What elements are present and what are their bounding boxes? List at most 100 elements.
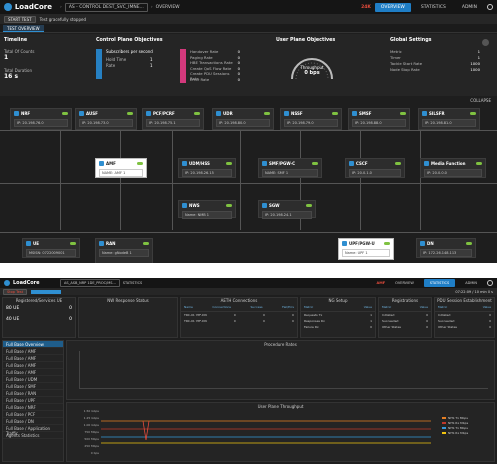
sidebar-item[interactable]: Full Base / UDM — [3, 376, 63, 383]
tab-statistics-2[interactable]: STATISTICS — [423, 279, 456, 287]
sidebar-item[interactable]: Agents Statistics — [3, 432, 63, 439]
nf-node-silsfr[interactable]: SILSFR IP: 20.198.81.0 — [418, 108, 480, 130]
column-header: Metric — [304, 305, 314, 309]
gear-icon[interactable] — [487, 280, 493, 286]
table-row: Failure Rx 0 — [301, 324, 375, 330]
node-name: RAN — [106, 241, 116, 246]
tab-test-overview[interactable]: TEST OVERVIEW — [3, 25, 44, 32]
sidebar-item[interactable]: Full Base / UPF — [3, 397, 63, 404]
stat-card: AETH Connections Name Connections Success Fa… — [180, 297, 298, 338]
legend-swatch — [442, 416, 446, 419]
node-cscf[interactable]: CSCF IP: 20.0.1.0 — [345, 158, 405, 178]
breadcrumb-page[interactable]: OVERVIEW — [156, 5, 180, 10]
node-ue[interactable]: UE MSISN: 0722009001 — [22, 238, 80, 258]
stop-test-button[interactable]: Stop Test — [3, 288, 27, 295]
legend-swatch — [442, 431, 446, 434]
sidebar-item[interactable]: Full Base / DN — [3, 418, 63, 425]
status-cloud-icon — [384, 242, 390, 245]
app-logo-2[interactable]: LoadCore — [4, 280, 52, 286]
collapse-button[interactable]: COLLAPSE — [470, 98, 491, 103]
chart1-title: Procedure Rates — [264, 342, 297, 347]
node-dn[interactable]: DN IP: 172.26.148.113 — [416, 238, 476, 258]
connector-line — [420, 130, 421, 230]
chart2-legend: NHS Tx Mbps NHS Rx Mbps NHS Tx Mbps NHS Rx … — [442, 415, 490, 435]
connector-line — [0, 232, 497, 233]
node-amf[interactable]: AMF NAME: AMF 1 — [95, 158, 147, 178]
top-bar-2: LoadCore AS_ASB_NRP 1DE_PROC/MS... STATI… — [0, 278, 497, 288]
session-selector[interactable]: AS - CONTROL DEST_SVC_IMNE... — [64, 2, 148, 12]
tab-overview[interactable]: OVERVIEW — [374, 2, 411, 12]
breadcrumb-page-2[interactable]: STATISTICS — [123, 281, 142, 285]
start-test-button[interactable]: START TEST — [4, 15, 36, 23]
logo-icon — [4, 3, 12, 11]
table-cell: Failure Rx — [304, 325, 319, 329]
node-icon — [420, 241, 425, 246]
table-row: Other States 0 — [435, 324, 494, 330]
nf-node-smsf[interactable]: SMSF IP: 20.198.88.0 — [348, 108, 410, 130]
status-cloud-icon — [70, 242, 76, 245]
chart2-title: User Plane Throughput — [257, 404, 304, 409]
sidebar-item[interactable]: Full Base / RAN — [3, 390, 63, 397]
sidebar-item[interactable]: Full Base Overview — [3, 341, 63, 348]
cp-rate-row: Error Rate 0 — [190, 77, 240, 83]
node-address: IP: 20.198.24.1 — [262, 211, 312, 219]
app-logo[interactable]: LoadCore — [4, 3, 52, 11]
table-cell: 0 — [262, 313, 265, 317]
tab-statistics[interactable]: STATISTICS — [415, 3, 452, 12]
node-address: IP: 20.198.26.15 — [182, 169, 232, 177]
sidebar-item[interactable]: Full Base / SMF — [3, 383, 63, 390]
stat-card-title: PDU Session Establishment — [437, 298, 492, 303]
table-cell: 0 — [292, 319, 294, 323]
status-cloud-icon — [332, 112, 338, 115]
status-cloud-icon — [62, 112, 68, 115]
overview-screenshot: LoadCore › AS - CONTROL DEST_SVC_IMNE...… — [0, 0, 497, 263]
column-header: Metric — [382, 305, 392, 309]
connector-line — [120, 130, 121, 230]
node-mediafunction[interactable]: Media Function IP: 20.0.0.0 — [420, 158, 486, 178]
tab-admin-2[interactable]: ADMIN — [459, 279, 483, 287]
gear-icon[interactable] — [487, 4, 493, 10]
nf-node-nssf[interactable]: NSSF IP: 20.198.79.0 — [280, 108, 342, 130]
node-name: SMF/PGW-C — [269, 161, 296, 166]
edit-icon[interactable] — [482, 39, 489, 46]
status-cloud-icon — [264, 112, 270, 115]
node-upfpgwu[interactable]: UPF/PGW-U Name: UPF 1 — [338, 238, 394, 260]
sidebar-item[interactable]: Full Base / PCF — [3, 411, 63, 418]
table-row: Other States 0 — [379, 324, 431, 330]
elapsed-time: 07:22:09 / 10 min 0 s — [455, 289, 493, 294]
hold-value: 1 — [150, 57, 153, 62]
sidebar-item[interactable]: Full Base / NRF — [3, 404, 63, 411]
nf-node-ausf[interactable]: AUSF IP: 20.198.73.0 — [75, 108, 137, 130]
status-cloud-icon — [466, 242, 472, 245]
alert-badge[interactable]: 24K — [361, 5, 371, 10]
nf-node-pcfpcrf[interactable]: PCF/PCRF IP: 20.198.75.1 — [142, 108, 204, 130]
tab-strip: TEST OVERVIEW — [0, 24, 497, 33]
status-cloud-icon — [306, 204, 312, 207]
sidebar-item[interactable]: Full Base / AMF — [3, 355, 63, 362]
tab-admin[interactable]: ADMIN — [456, 3, 483, 12]
nf-node-nrf[interactable]: NRF IP: 20.198.76.0 — [10, 108, 72, 130]
alert-badge-2[interactable]: AMF — [377, 281, 386, 285]
stat-card: Registrations Metric Value Initiated 0 Succee… — [378, 297, 432, 338]
node-udmhss[interactable]: UDM/HSS IP: 20.198.26.15 — [178, 158, 236, 178]
node-address: IP: 20.0.0.0 — [424, 169, 482, 177]
node-name: CSCF — [356, 161, 368, 166]
node-address: Name: NMB 1 — [182, 211, 232, 219]
sidebar-item[interactable]: Full Base / AMF — [3, 369, 63, 376]
rate-value: 1 — [150, 63, 153, 68]
stat-card: NG Setup Metric Value Requests Tx 1 Responses… — [300, 297, 376, 338]
session-selector-2[interactable]: AS_ASB_NRP 1DE_PROC/MS... — [60, 279, 120, 287]
node-sgw[interactable]: SGW IP: 20.198.24.1 — [258, 200, 316, 219]
sidebar-item[interactable]: Full Base / AMF — [3, 362, 63, 369]
node-nws[interactable]: NWS Name: NMB 1 — [178, 200, 236, 219]
chevron-right-icon: › — [60, 4, 62, 10]
sidebar-item[interactable]: Full Base / Application Traffic — [3, 425, 63, 436]
status-cloud-icon — [194, 112, 200, 115]
node-ran[interactable]: RAN Name: gNodeB 1 — [95, 238, 153, 263]
nf-node-udr[interactable]: UDR IP: 20.198.80.0 — [212, 108, 274, 130]
table-header: Metric Value — [379, 303, 431, 312]
sidebar-item[interactable]: Full Base / AMF — [3, 348, 63, 355]
tab-overview-2[interactable]: OVERVIEW — [389, 279, 420, 287]
node-address: IP: 20.198.81.0 — [422, 119, 476, 127]
node-smfpgwc[interactable]: SMF/PGW-C NAME: SMF 1 — [258, 158, 322, 178]
